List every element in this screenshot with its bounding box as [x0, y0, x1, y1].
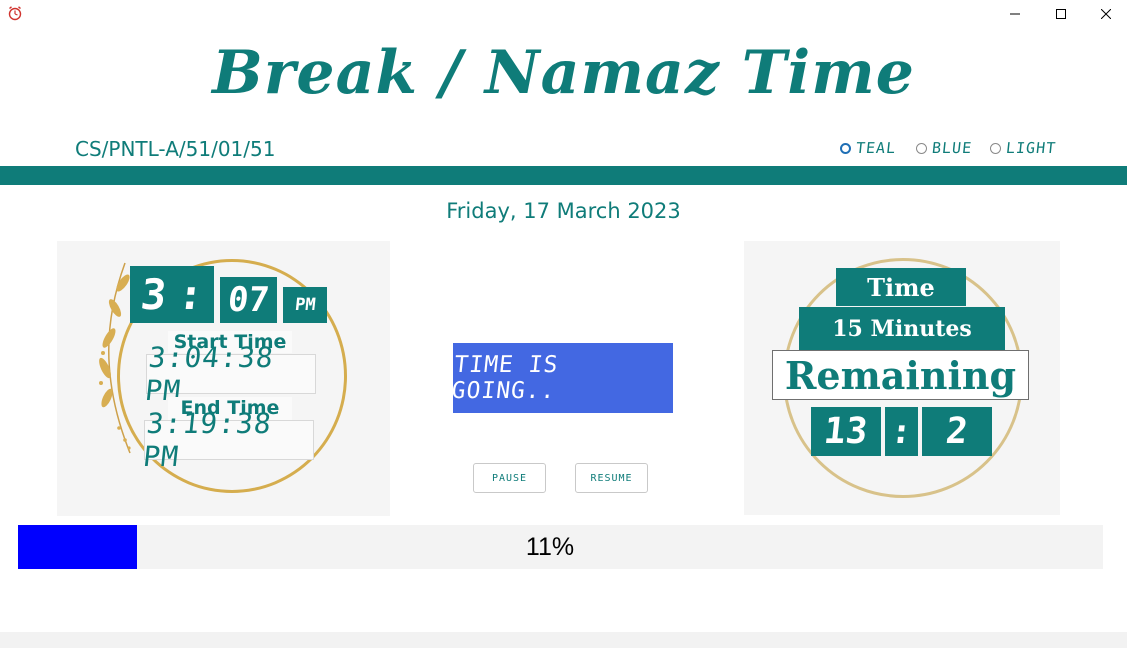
code-label: CS/PNTL-A/51/01/51 [75, 137, 276, 161]
theme-option-teal[interactable]: TEAL [840, 139, 898, 157]
date-label: Friday, 17 March 2023 [446, 199, 681, 223]
end-time-field: 3:19:38 PM [142, 407, 314, 473]
theme-option-label: BLUE [931, 139, 974, 157]
remaining-heading: Remaining [772, 350, 1029, 400]
theme-option-label: LIGHT [1005, 139, 1058, 157]
remaining-seconds-display: 2 [922, 407, 992, 456]
clock-minute-display: 07 [220, 277, 277, 323]
radio-icon [990, 142, 1001, 154]
theme-option-light[interactable]: LIGHT [990, 139, 1058, 157]
time-heading: Time [836, 268, 966, 306]
remaining-separator: : [885, 407, 918, 456]
status-banner: TIME IS GOING.. [450, 343, 673, 413]
duration-label: 15 Minutes [799, 307, 1005, 350]
progress-label: 11% [525, 533, 575, 561]
resume-button[interactable]: RESUME [575, 463, 648, 493]
theme-option-label: TEAL [855, 139, 898, 157]
alarm-clock-icon [7, 5, 23, 21]
close-button[interactable] [1083, 0, 1127, 28]
pause-button[interactable]: PAUSE [473, 463, 546, 493]
page-title: Break / Namaz Time [212, 38, 915, 108]
radio-icon [916, 142, 927, 154]
minimize-icon [1010, 13, 1020, 15]
minimize-button[interactable] [992, 0, 1038, 28]
close-icon [1101, 9, 1111, 19]
remaining-minutes-display: 13 [811, 407, 881, 456]
maximize-icon [1056, 9, 1066, 19]
start-time-field: 3:04:38 PM [144, 341, 316, 407]
theme-option-blue[interactable]: BLUE [916, 139, 974, 157]
header-divider [0, 166, 1127, 185]
clock-hour-display: 3: [130, 266, 214, 323]
radio-selected-icon [840, 142, 851, 154]
status-strip [0, 632, 1127, 648]
maximize-button[interactable] [1038, 0, 1084, 28]
clock-ampm-display: PM [283, 287, 327, 323]
